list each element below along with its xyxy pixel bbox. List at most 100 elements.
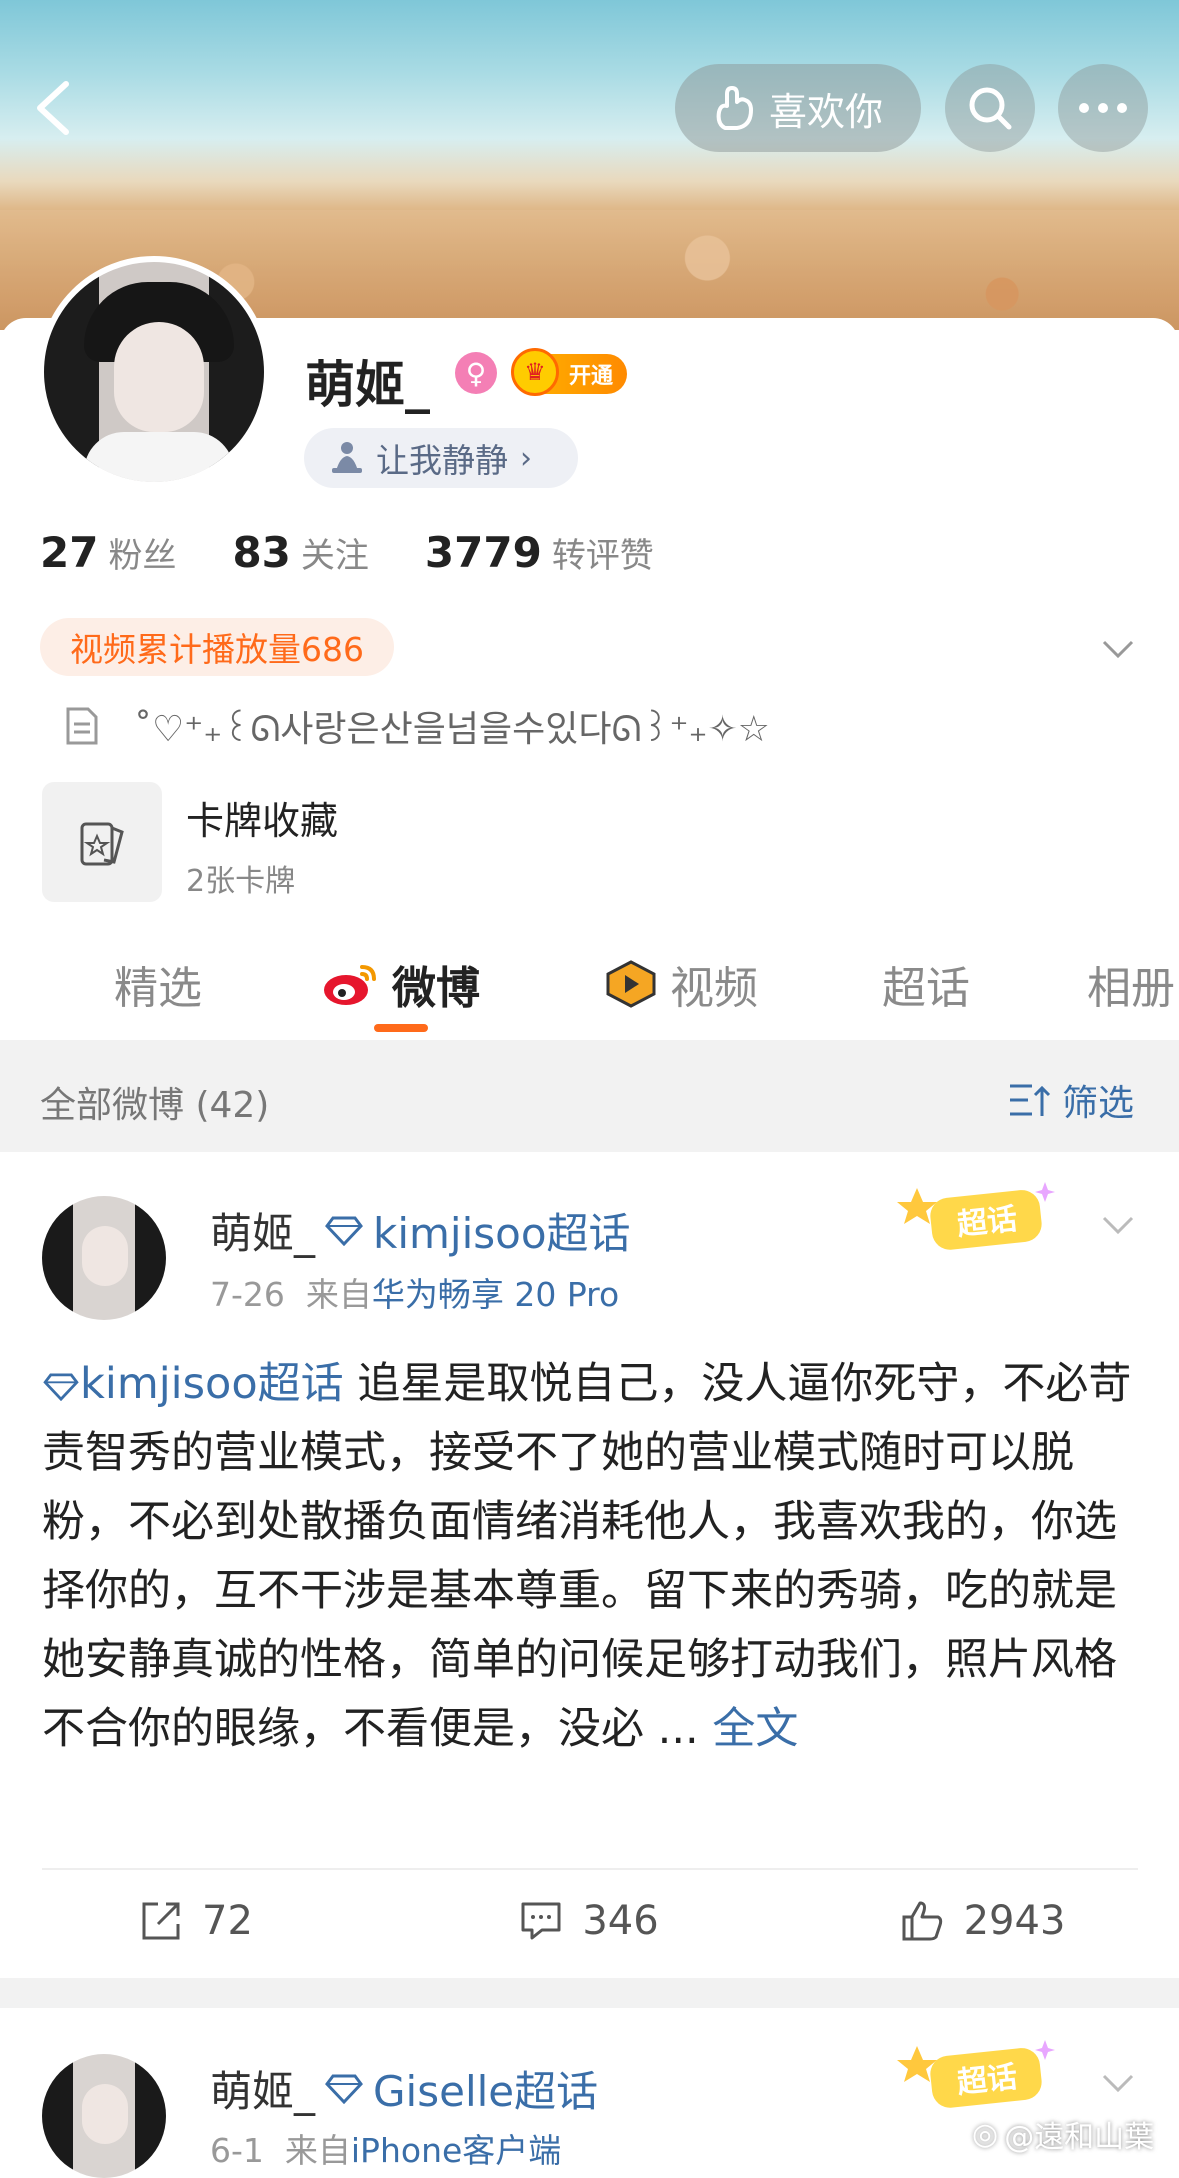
back-button[interactable] (30, 78, 78, 138)
post-date: 7-26 (210, 1275, 285, 1314)
post-meta: 6-1 来自iPhone客户端 (210, 2124, 561, 2172)
post-avatar[interactable] (42, 1196, 166, 1320)
tab-weibo-label: 微博 (392, 963, 480, 1014)
post-source[interactable]: 华为畅享 20 Pro (372, 1275, 619, 1314)
chevron-down-icon[interactable] (1100, 630, 1136, 666)
post-header: 萌姬_ Giselle超话 (210, 2058, 598, 2119)
filter-label: 筛选 (1062, 1083, 1135, 1124)
status-pill[interactable]: 让我静静 › (304, 428, 578, 488)
repost-icon (142, 1902, 180, 1940)
super-topic-badge-text: 超话 (956, 1202, 1019, 1243)
vip-label: 开通 (568, 364, 613, 389)
stat-following-label: 关注 (300, 536, 369, 576)
like-button[interactable]: 2943 (786, 1876, 1179, 1966)
back-icon (37, 81, 69, 135)
profile-avatar[interactable] (38, 256, 270, 488)
post-hashtag[interactable]: kimjisoo超话 (80, 1359, 344, 1409)
post-topic-link[interactable]: kimjisoo超话 (373, 1200, 631, 1261)
weibo-logo-icon (324, 965, 376, 1005)
post-menu-chevron-icon[interactable] (1100, 1206, 1136, 1242)
tab-super-topic-label: 超话 (882, 963, 970, 1014)
post-actions: 72 346 2943 (0, 1876, 1179, 1966)
crown-icon: ♛ (511, 348, 559, 396)
like-count: 2943 (963, 1898, 1066, 1944)
filter-icon (1010, 1084, 1051, 1116)
thumbs-up-icon (902, 1901, 942, 1941)
post-menu-chevron-icon[interactable] (1100, 2064, 1136, 2100)
post-source[interactable]: iPhone客户端 (351, 2131, 561, 2170)
post-date: 6-1 (210, 2131, 264, 2170)
super-topic-badge-text: 超话 (956, 2060, 1019, 2101)
tab-super-topic[interactable]: 超话 (882, 952, 970, 1016)
stat-interactions[interactable]: 3779 转评赞 (425, 528, 654, 577)
post-meta: 7-26 来自华为畅享 20 Pro (210, 1268, 619, 1316)
more-icon (1079, 103, 1127, 113)
profile-stats: 27 粉丝 83 关注 3779 转评赞 (40, 528, 654, 577)
post-source-prefix: 来自 (284, 2131, 351, 2170)
super-topic-badge-icon[interactable]: 超话 (895, 1176, 1065, 1256)
chevron-right-icon: › (520, 440, 532, 476)
like-hand-icon (716, 86, 753, 130)
female-icon: ♀ (455, 352, 497, 394)
repost-count: 72 (202, 1898, 253, 1944)
stat-interactions-label: 转评赞 (551, 536, 654, 576)
watermark: ◎ @遠和山葉 (972, 2112, 1154, 2156)
comment-icon (521, 1902, 561, 1940)
stat-followers-number: 27 (40, 528, 99, 577)
filter-button[interactable]: 筛选 (1008, 1074, 1134, 1126)
like-you-button[interactable]: 喜欢你 (675, 64, 921, 152)
profile-tabs: 精选 微博 视频 超话 相册 (0, 940, 1179, 1040)
video-play-icon (606, 960, 656, 1008)
all-posts-count: 全部微博 (42) (40, 1085, 270, 1126)
card-collection-title[interactable]: 卡牌收藏 (186, 790, 338, 845)
search-button[interactable] (945, 64, 1035, 152)
stat-following[interactable]: 83 关注 (232, 528, 368, 577)
feed-gap (0, 1978, 1179, 2008)
post-text: 追星是取悦自己，没人逼你死守，不必苛责智秀的营业模式，接受不了她的营业模式随时可… (42, 1359, 1132, 1754)
post-header: 萌姬_ kimjisoo超话 (210, 1200, 631, 1261)
post-avatar[interactable] (42, 2054, 166, 2178)
more-button[interactable] (1058, 64, 1148, 152)
tab-video[interactable]: 视频 (604, 952, 758, 1016)
diamond-icon (325, 2074, 363, 2104)
vip-open-badge[interactable]: ♛ 开通 (511, 348, 627, 396)
repost-button[interactable]: 72 (0, 1876, 393, 1966)
document-icon (66, 707, 98, 745)
tab-weibo[interactable]: 微博 (322, 952, 480, 1016)
post-source-prefix: 来自 (305, 1275, 372, 1314)
weibo-watermark-icon: ◎ (972, 2116, 999, 2152)
post-body[interactable]: kimjisoo超话 追星是取悦自己，没人逼你死守，不必苛责智秀的营业模式，接受… (42, 1350, 1142, 1764)
tab-album-label: 相册 (1087, 963, 1175, 1014)
bio-row: ˚♡⁺₊꒰ᘏ사랑은산을넘을수있다ᘏ꒱⁺₊✧☆ (64, 700, 770, 752)
card-star-icon (80, 822, 124, 866)
post-author[interactable]: 萌姬_ (210, 1200, 315, 1261)
meditate-icon (332, 442, 362, 473)
post-topic-link[interactable]: Giselle超话 (373, 2058, 598, 2119)
status-text: 让我静静 (376, 441, 508, 480)
profile-name: 萌姬_ (305, 356, 430, 414)
card-collection-thumb[interactable] (42, 782, 162, 902)
like-you-label: 喜欢你 (768, 89, 883, 134)
comment-button[interactable]: 346 (393, 1876, 786, 1966)
feed-filter-bar: 全部微博 (42) 筛选 (0, 1040, 1179, 1152)
tab-featured-label: 精选 (114, 963, 202, 1014)
stat-followers[interactable]: 27 粉丝 (40, 528, 176, 577)
diamond-icon (325, 1216, 363, 1246)
stat-interactions-number: 3779 (424, 528, 542, 577)
read-full-link[interactable]: 全文 (712, 1704, 798, 1754)
active-tab-indicator (374, 1024, 428, 1032)
stat-following-number: 83 (232, 528, 291, 577)
tab-video-label: 视频 (670, 963, 758, 1014)
watermark-text: @遠和山葉 (1004, 2120, 1155, 2155)
video-play-count-tag[interactable]: 视频累计播放量686 (40, 618, 394, 676)
tab-album[interactable]: 相册 (1087, 952, 1175, 1016)
search-icon (969, 87, 1012, 130)
bio-text: ˚♡⁺₊꒰ᘏ사랑은산을넘을수있다ᘏ꒱⁺₊✧☆ (134, 709, 770, 750)
super-topic-badge-icon[interactable]: 超话 (895, 2034, 1065, 2114)
card-collection-sub: 2张卡牌 (186, 864, 296, 899)
comment-count: 346 (582, 1898, 659, 1944)
tab-featured[interactable]: 精选 (114, 952, 202, 1016)
post-divider (42, 1868, 1138, 1870)
stat-followers-label: 粉丝 (108, 536, 177, 576)
post-author[interactable]: 萌姬_ (210, 2058, 315, 2119)
